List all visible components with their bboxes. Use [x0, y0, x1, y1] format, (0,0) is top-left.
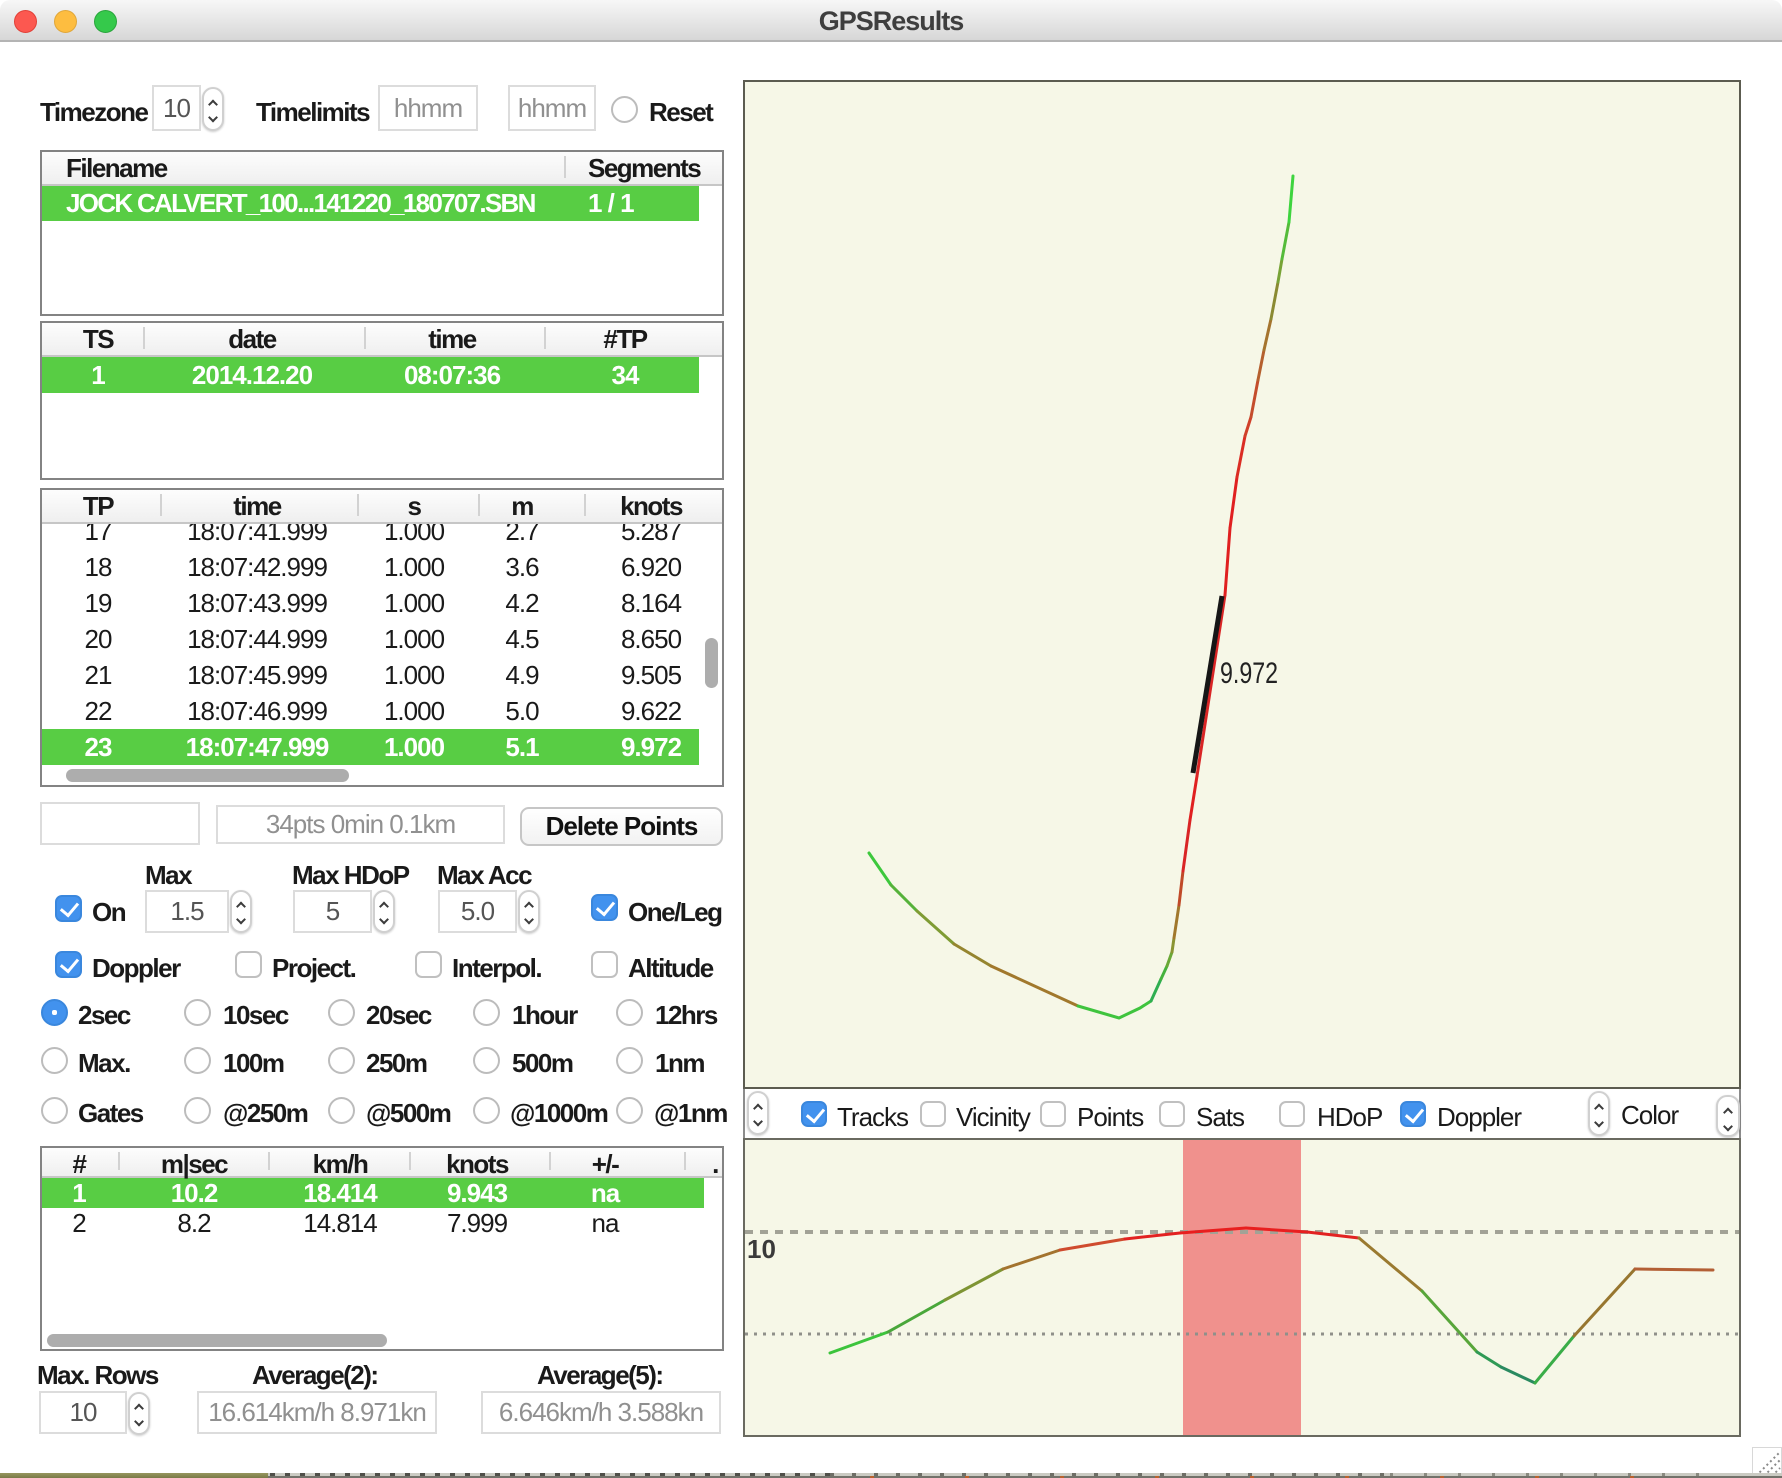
svg-text:10: 10	[747, 1234, 776, 1264]
svg-text:9.972: 9.972	[1220, 657, 1278, 690]
